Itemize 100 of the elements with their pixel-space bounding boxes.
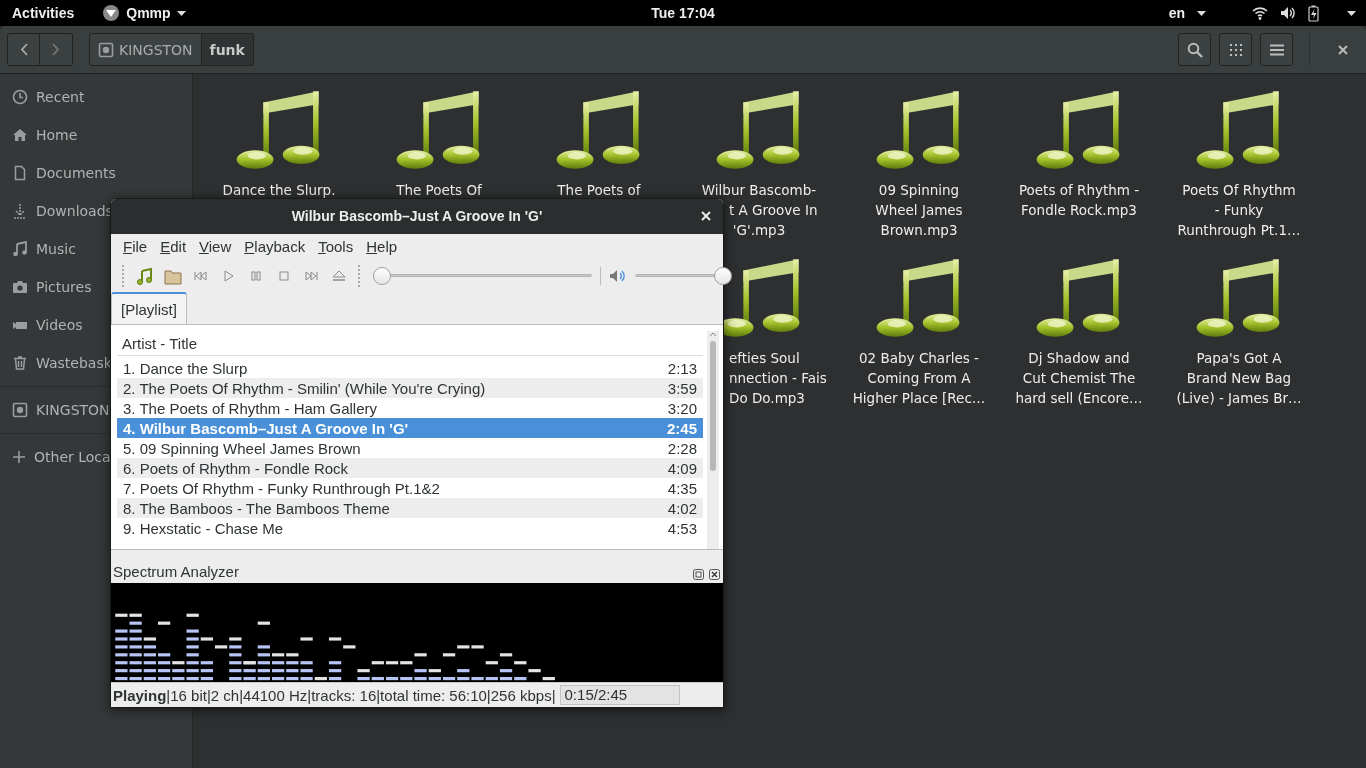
track-duration: 4:02: [667, 499, 697, 517]
track-title: 7. Poets Of Rhythm - Funky Runthrough Pt.1&2: [123, 479, 440, 497]
close-icon: [1337, 44, 1348, 55]
document-icon: [12, 165, 28, 181]
menu-item[interactable]: File: [117, 238, 154, 256]
camera-icon: [12, 279, 28, 295]
activities-button[interactable]: Activities: [12, 5, 75, 21]
file-name: nnection - Fais: [729, 369, 827, 388]
playlist-row[interactable]: 5. 09 Spinning Wheel James Brown 2:28: [117, 438, 703, 458]
track-title: 1. Dance the Slurp: [123, 359, 248, 377]
file-name: hard sell (Encore…: [1015, 389, 1143, 408]
home-icon: [12, 127, 28, 143]
file-name: Coming From A: [867, 369, 971, 388]
file-name: Cut Chemist The: [1022, 369, 1136, 388]
add-file-icon: [135, 267, 154, 286]
close-icon: [708, 568, 720, 580]
file-name: Papa's Got A: [1196, 349, 1282, 368]
drive-icon: [12, 402, 28, 418]
file-name: The Poets Of: [396, 181, 482, 200]
search-button[interactable]: [1178, 33, 1211, 66]
sidebar-item[interactable]: Recent: [0, 78, 85, 116]
panel-title: Spectrum Analyzer: [113, 563, 239, 581]
file-name: (Live) - James Br…: [1176, 389, 1302, 408]
menu-item[interactable]: Playback: [238, 238, 312, 256]
path-button[interactable]: funk: [201, 33, 254, 66]
sidebar-item[interactable]: Other Loca: [0, 438, 111, 476]
volume-icon: [1280, 6, 1296, 20]
status-text: Playing|16 bit|2 ch|44100 Hz|tracks: 16|total time: 56:10|256 kbps|: [113, 686, 556, 704]
track-title: 4. Wilbur Bascomb–Just A Groove In 'G': [123, 419, 409, 437]
window-title: Wilbur Bascomb–Just A Groove In 'G': [291, 208, 543, 225]
file-name: Wilbur Bascomb-: [701, 181, 817, 200]
path-button[interactable]: KINGSTON: [89, 33, 202, 66]
track-title: 2. The Poets Of Rhythm - Smilin' (While You're Crying): [123, 379, 486, 397]
track-duration: 3:20: [667, 399, 697, 417]
view-grid-button[interactable]: [1219, 33, 1252, 66]
track-title: 3. The Poets of Rhythm - Ham Gallery: [123, 399, 377, 417]
track-title: 6. Poets of Rhythm - Fondle Rock: [123, 459, 349, 477]
track-duration: 2:13: [667, 359, 697, 377]
file-name: Wheel James: [875, 201, 963, 220]
file-name: Dance the Slurp.: [222, 181, 336, 200]
close-button[interactable]: [708, 568, 720, 581]
file-name: Brown.mp3: [880, 221, 958, 240]
sidebar-item[interactable]: KINGSTON: [0, 391, 110, 429]
track-duration: 4:53: [667, 519, 697, 537]
seek-slider[interactable]: [373, 267, 392, 286]
playlist-row[interactable]: 9. Hexstatic - Chase Me 4:53: [117, 518, 703, 538]
menu-item[interactable]: Edit: [154, 238, 193, 256]
dots-grid-icon: [1229, 43, 1242, 56]
file-name: efties Soul: [729, 349, 800, 368]
forward-button[interactable]: [40, 33, 73, 66]
trash-icon: [12, 355, 28, 371]
playlist-row[interactable]: 6. Poets of Rhythm - Fondle Rock 4:09: [117, 458, 703, 478]
caret-icon: [1197, 10, 1206, 16]
file-name: 'G'.mp3: [732, 221, 786, 240]
sidebar-item[interactable]: Wastebask: [0, 344, 112, 382]
drive-icon: [98, 41, 114, 58]
playback-position: 0:15/2:45: [559, 685, 680, 706]
app-globe-icon: [102, 4, 121, 22]
download-icon: [12, 203, 28, 219]
track-title: 8. The Bamboos - The Bamboos Theme: [123, 499, 390, 517]
back-button[interactable]: [7, 33, 40, 66]
float-button[interactable]: [692, 568, 704, 581]
menu-item[interactable]: View: [193, 238, 238, 256]
playlist-row[interactable]: 2. The Poets Of Rhythm - Smilin' (While You're Crying) 3:59: [117, 378, 703, 398]
caret-icon: [176, 10, 186, 16]
menu-item[interactable]: Help: [360, 238, 404, 256]
playlist-row[interactable]: 7. Poets Of Rhythm - Funky Runthrough Pt.1&2 4:35: [117, 478, 703, 498]
sidebar-item[interactable]: Music: [0, 230, 76, 268]
playlist-tab[interactable]: [Playlist]: [111, 292, 187, 324]
file-name: Poets Of Rhythm: [1182, 181, 1296, 200]
sidebar-item[interactable]: Pictures: [0, 268, 92, 306]
search-icon: [1186, 41, 1203, 58]
sidebar-item[interactable]: Videos: [0, 306, 83, 344]
playlist-row[interactable]: 3. The Poets of Rhythm - Ham Gallery 3:20: [117, 398, 703, 418]
music-icon: [12, 241, 28, 257]
sidebar-item[interactable]: Home: [0, 116, 78, 154]
clock[interactable]: Tue 17:04: [651, 5, 715, 21]
language-menu[interactable]: en: [1168, 5, 1185, 21]
playlist-row[interactable]: 8. The Bamboos - The Bamboos Theme 4:02: [117, 498, 703, 518]
file-name: Do Do.mp3: [729, 389, 805, 408]
menu-button[interactable]: [1260, 33, 1293, 66]
playlist-row[interactable]: 1. Dance the Slurp 2:13: [117, 358, 703, 378]
menu-item[interactable]: Tools: [312, 238, 360, 256]
chevron-left-icon: [19, 43, 28, 56]
sidebar-item[interactable]: Documents: [0, 154, 116, 192]
chevron-right-icon: [52, 43, 60, 56]
file-name: The Poets of: [557, 181, 641, 200]
sidebar-item[interactable]: Downloads: [0, 192, 113, 230]
track-duration: 4:09: [667, 459, 697, 477]
file-name: Dj Shadow and: [1028, 349, 1130, 368]
track-title: 9. Hexstatic - Chase Me: [123, 519, 284, 537]
file-name: Runthrough Pt.1…: [1177, 221, 1301, 240]
battery-icon: [1308, 4, 1319, 22]
track-duration: 4:35: [667, 479, 697, 497]
file-name: 09 Spinning: [878, 181, 960, 200]
scrollbar[interactable]: [707, 331, 719, 549]
app-menu[interactable]: Qmmp: [126, 5, 171, 21]
float-icon: [692, 568, 704, 580]
volume-slider[interactable]: [714, 267, 732, 286]
column-header[interactable]: Artist - Title: [117, 331, 703, 356]
